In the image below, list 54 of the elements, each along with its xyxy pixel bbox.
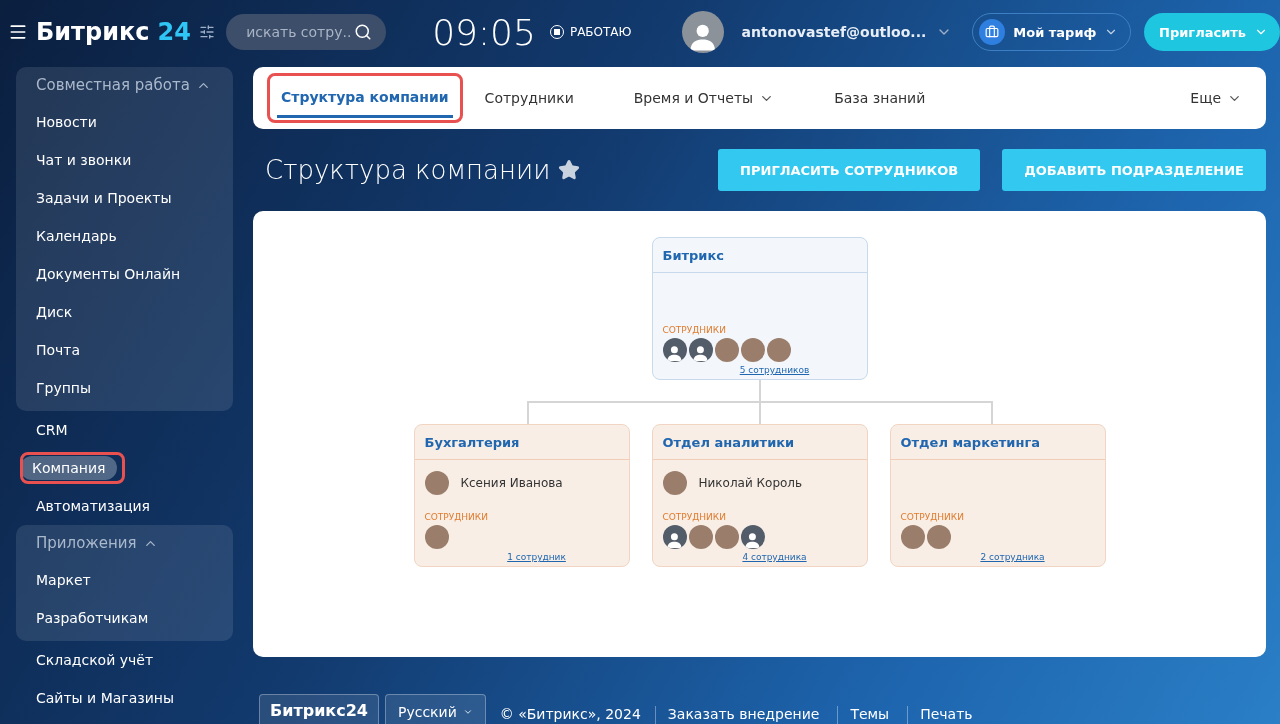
language-select[interactable]: Русский xyxy=(384,694,486,724)
department-name[interactable]: Отдел маркетинга xyxy=(900,434,1040,450)
department-card[interactable]: Битрикс СОТРУДНИКИ 5 сотрудников xyxy=(651,237,868,380)
footer-link[interactable]: Печать xyxy=(907,706,985,724)
sidebar-item[interactable]: Новости xyxy=(36,114,97,130)
employees-label: СОТРУДНИКИ xyxy=(900,512,965,522)
employees-label: СОТРУДНИКИ xyxy=(662,325,727,335)
logo-text: Битрикс xyxy=(36,18,150,46)
sidebar-item[interactable]: Календарь xyxy=(36,228,117,244)
user-name[interactable]: antonovastef@outloo... xyxy=(741,24,927,40)
tab[interactable]: Сотрудники xyxy=(480,67,578,129)
department-name[interactable]: Отдел аналитики xyxy=(662,434,795,450)
employees-label: СОТРУДНИКИ xyxy=(662,512,727,522)
sidebar-item[interactable]: Складской учёт xyxy=(36,652,154,668)
more-tab[interactable]: Еще xyxy=(1190,67,1242,129)
sidebar-item[interactable]: Диск xyxy=(36,304,73,320)
sidebar-item[interactable]: Автоматизация xyxy=(36,498,151,514)
employee-count-link[interactable]: 1 сотрудник xyxy=(507,552,566,562)
group-title[interactable]: Совместная работа xyxy=(36,76,190,94)
head-name[interactable]: Ксения Иванова xyxy=(460,476,563,490)
copyright: © «Битрикс», 2024 xyxy=(498,706,642,724)
sidebar-item[interactable]: Группы xyxy=(36,380,92,396)
clock: 09:05 xyxy=(432,11,536,53)
logo-number: 24 xyxy=(157,18,191,46)
department-name[interactable]: Битрикс xyxy=(662,247,724,263)
tab[interactable]: Время и Отчеты xyxy=(629,67,779,129)
department-name[interactable]: Бухгалтерия xyxy=(424,434,520,450)
sidebar-item[interactable]: Почта xyxy=(36,342,81,358)
search-field[interactable]: искать сотру... xyxy=(226,14,387,50)
footer-logo[interactable]: Битрикс24 xyxy=(259,694,379,724)
sidebar-item[interactable]: Чат и звонки xyxy=(36,152,132,168)
employee-count-link[interactable]: 5 сотрудников xyxy=(739,365,810,375)
sidebar-item[interactable]: Разработчикам xyxy=(36,610,149,626)
sidebar-item[interactable]: Документы Онлайн xyxy=(36,266,181,282)
head-name[interactable]: Николай Король xyxy=(698,476,803,490)
department-card[interactable]: Отдел аналитики Николай Король СОТРУДНИКИ 4 сотрудника xyxy=(651,424,868,567)
employee-count-link[interactable]: 2 сотрудника xyxy=(980,552,1045,562)
search-input[interactable]: искать сотру... xyxy=(244,23,355,41)
work-status[interactable]: РАБОТАЮ xyxy=(549,25,632,39)
sidebar-item[interactable]: Сайты и Магазины xyxy=(36,690,174,706)
tab[interactable]: База знаний xyxy=(830,67,930,129)
page-title: Структура компании xyxy=(265,155,551,185)
sidebar-item[interactable]: Маркет xyxy=(36,572,91,588)
employees-label: СОТРУДНИКИ xyxy=(424,512,489,522)
tab[interactable]: Структура компании xyxy=(277,78,453,118)
sidebar-item[interactable]: Задачи и Проекты xyxy=(36,190,172,206)
group-title[interactable]: Приложения xyxy=(36,534,137,552)
employee-count-link[interactable]: 4 сотрудника xyxy=(742,552,807,562)
department-card[interactable]: Бухгалтерия Ксения Иванова СОТРУДНИКИ 1 сотрудник xyxy=(413,424,630,567)
sidebar-item[interactable]: CRM xyxy=(36,422,68,438)
sidebar-item[interactable]: Компания xyxy=(20,456,118,480)
footer-link[interactable]: Заказать внедрение xyxy=(654,706,832,724)
footer-link[interactable]: Темы xyxy=(837,706,902,724)
department-card[interactable]: Отдел маркетинга СОТРУДНИКИ 2 сотрудника xyxy=(889,424,1106,567)
